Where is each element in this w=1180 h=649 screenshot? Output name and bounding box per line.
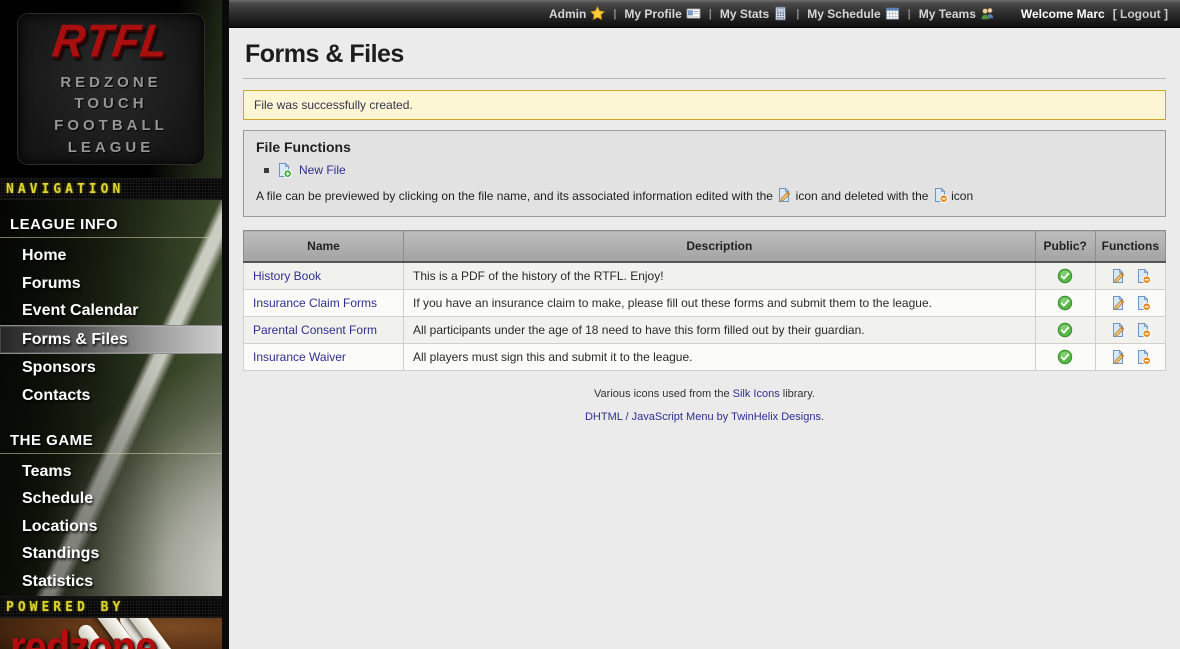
page-delete-icon [932, 187, 948, 203]
calendar-icon [885, 6, 900, 21]
side-nav: LEAGUE INFO HomeForumsEvent CalendarForms… [0, 200, 222, 596]
table-row: Parental Consent Form All participants u… [244, 317, 1166, 344]
twinhelix-menu-link[interactable]: DHTML / JavaScript Menu by TwinHelix Des… [585, 411, 824, 423]
topbar-separator: | [908, 8, 911, 20]
sidebar-item-locations[interactable]: Locations [0, 513, 222, 541]
topbar-separator: | [796, 8, 799, 20]
icons-credit-text: Various icons used from the [594, 388, 730, 400]
league-abbreviation: RTFL [50, 18, 172, 64]
public-check-icon [1057, 295, 1073, 311]
league-name-line: LEAGUE [54, 137, 168, 159]
sidebar-item-sponsors[interactable]: Sponsors [0, 354, 222, 382]
public-check-icon [1057, 322, 1073, 338]
league-name-lines: REDZONETOUCHFOOTBALLLEAGUE [54, 72, 168, 159]
welcome-text: Welcome Marc [1021, 7, 1105, 21]
file-description: This is a PDF of the history of the RTFL… [404, 262, 1036, 290]
nav-section-title: THE GAME [0, 426, 222, 454]
sidebar: RTFL REDZONETOUCHFOOTBALLLEAGUE NAVIGATI… [0, 0, 222, 649]
file-functions-title: File Functions [256, 139, 1153, 155]
table-row: History Book This is a PDF of the histor… [244, 262, 1166, 290]
file-name-link[interactable]: History Book [253, 269, 321, 283]
star-icon [590, 6, 605, 21]
files-table: Name Description Public? Functions Histo… [243, 230, 1166, 371]
league-name-line: TOUCH [54, 93, 168, 115]
icons-credit-suffix: library. [783, 388, 815, 400]
topbar-item-my-schedule[interactable]: My Schedule [807, 6, 899, 21]
file-name-link[interactable]: Insurance Claim Forms [253, 296, 377, 310]
file-description: If you have an insurance claim to make, … [404, 290, 1036, 317]
file-description: All players must sign this and submit it… [404, 344, 1036, 371]
delete-file-button[interactable] [1135, 349, 1151, 365]
group-icon [980, 6, 995, 21]
sidebar-item-forms-files[interactable]: Forms & Files [0, 325, 222, 355]
file-functions-panel: File Functions New File A file can be pr… [243, 130, 1166, 217]
sidebar-item-schedule[interactable]: Schedule [0, 485, 222, 513]
table-row: Insurance Claim Forms If you have an ins… [244, 290, 1166, 317]
column-header-public: Public? [1035, 231, 1095, 263]
sidebar-item-forums[interactable]: Forums [0, 270, 222, 298]
new-file-link[interactable]: New File [299, 163, 346, 177]
delete-file-button[interactable] [1135, 295, 1151, 311]
file-functions-note: A file can be previewed by clicking on t… [256, 187, 1153, 206]
nav-section: THE GAME TeamsScheduleLocationsStandingsS… [0, 426, 222, 596]
table-row: Insurance Waiver All players must sign t… [244, 344, 1166, 371]
topbar-item-my-profile[interactable]: My Profile [624, 6, 700, 21]
delete-file-button[interactable] [1135, 268, 1151, 284]
edit-file-button[interactable] [1110, 268, 1126, 284]
page-add-icon [276, 162, 292, 178]
league-name-line: REDZONE [54, 72, 168, 94]
footer: Various icons used from the Silk Icons l… [243, 388, 1166, 423]
sidebar-item-statistics[interactable]: Statistics [0, 568, 222, 596]
topbar-item-my-teams[interactable]: My Teams [919, 6, 995, 21]
main-column: Admin | My Profile | My Stats | My Schedule | My… [222, 0, 1180, 649]
column-header-description: Description [404, 231, 1036, 263]
league-logo[interactable]: RTFL REDZONETOUCHFOOTBALLLEAGUE [0, 0, 222, 178]
column-header-name: Name [244, 231, 404, 263]
silk-icons-link[interactable]: Silk Icons [733, 388, 780, 400]
content-area: Forms & Files File was successfully crea… [229, 28, 1180, 649]
file-name-link[interactable]: Parental Consent Form [253, 323, 377, 337]
file-name-link[interactable]: Insurance Waiver [253, 350, 346, 364]
powered-by-led-label: POWERED BY [0, 596, 222, 618]
league-name-line: FOOTBALL [54, 115, 168, 137]
topbar-separator: | [709, 8, 712, 20]
column-header-functions: Functions [1095, 231, 1165, 263]
redzone-logo-text: redzone [10, 627, 156, 649]
delete-file-button[interactable] [1135, 322, 1151, 338]
edit-file-button[interactable] [1110, 322, 1126, 338]
sidebar-item-event-calendar[interactable]: Event Calendar [0, 297, 222, 325]
square-bullet-icon [264, 168, 269, 173]
page-title: Forms & Files [243, 38, 1166, 79]
sidebar-item-teams[interactable]: Teams [0, 458, 222, 486]
navigation-led-label: NAVIGATION [0, 178, 222, 200]
nav-section: LEAGUE INFO HomeForumsEvent CalendarForms… [0, 210, 222, 410]
page-edit-icon [776, 187, 792, 203]
calculator-icon [773, 6, 788, 21]
edit-file-button[interactable] [1110, 349, 1126, 365]
file-description: All participants under the age of 18 nee… [404, 317, 1036, 344]
public-check-icon [1057, 349, 1073, 365]
topbar-item-admin[interactable]: Admin [549, 6, 605, 21]
redzone-leagues-logo[interactable]: redzone ★LEAGUES★ [0, 618, 222, 649]
league-logo-box[interactable]: RTFL REDZONETOUCHFOOTBALLLEAGUE [18, 14, 204, 164]
topbar-separator: | [613, 8, 616, 20]
edit-file-button[interactable] [1110, 295, 1126, 311]
logout-link[interactable]: [ Logout ] [1113, 7, 1168, 21]
topbar: Admin | My Profile | My Stats | My Schedule | My… [229, 0, 1180, 28]
sidebar-item-standings[interactable]: Standings [0, 540, 222, 568]
nav-section-title: LEAGUE INFO [0, 210, 222, 238]
topbar-item-my-stats[interactable]: My Stats [720, 6, 788, 21]
public-check-icon [1057, 268, 1073, 284]
vcard-icon [686, 6, 701, 21]
sidebar-item-home[interactable]: Home [0, 242, 222, 270]
flash-message: File was successfully created. [243, 90, 1166, 120]
sidebar-item-contacts[interactable]: Contacts [0, 382, 222, 410]
